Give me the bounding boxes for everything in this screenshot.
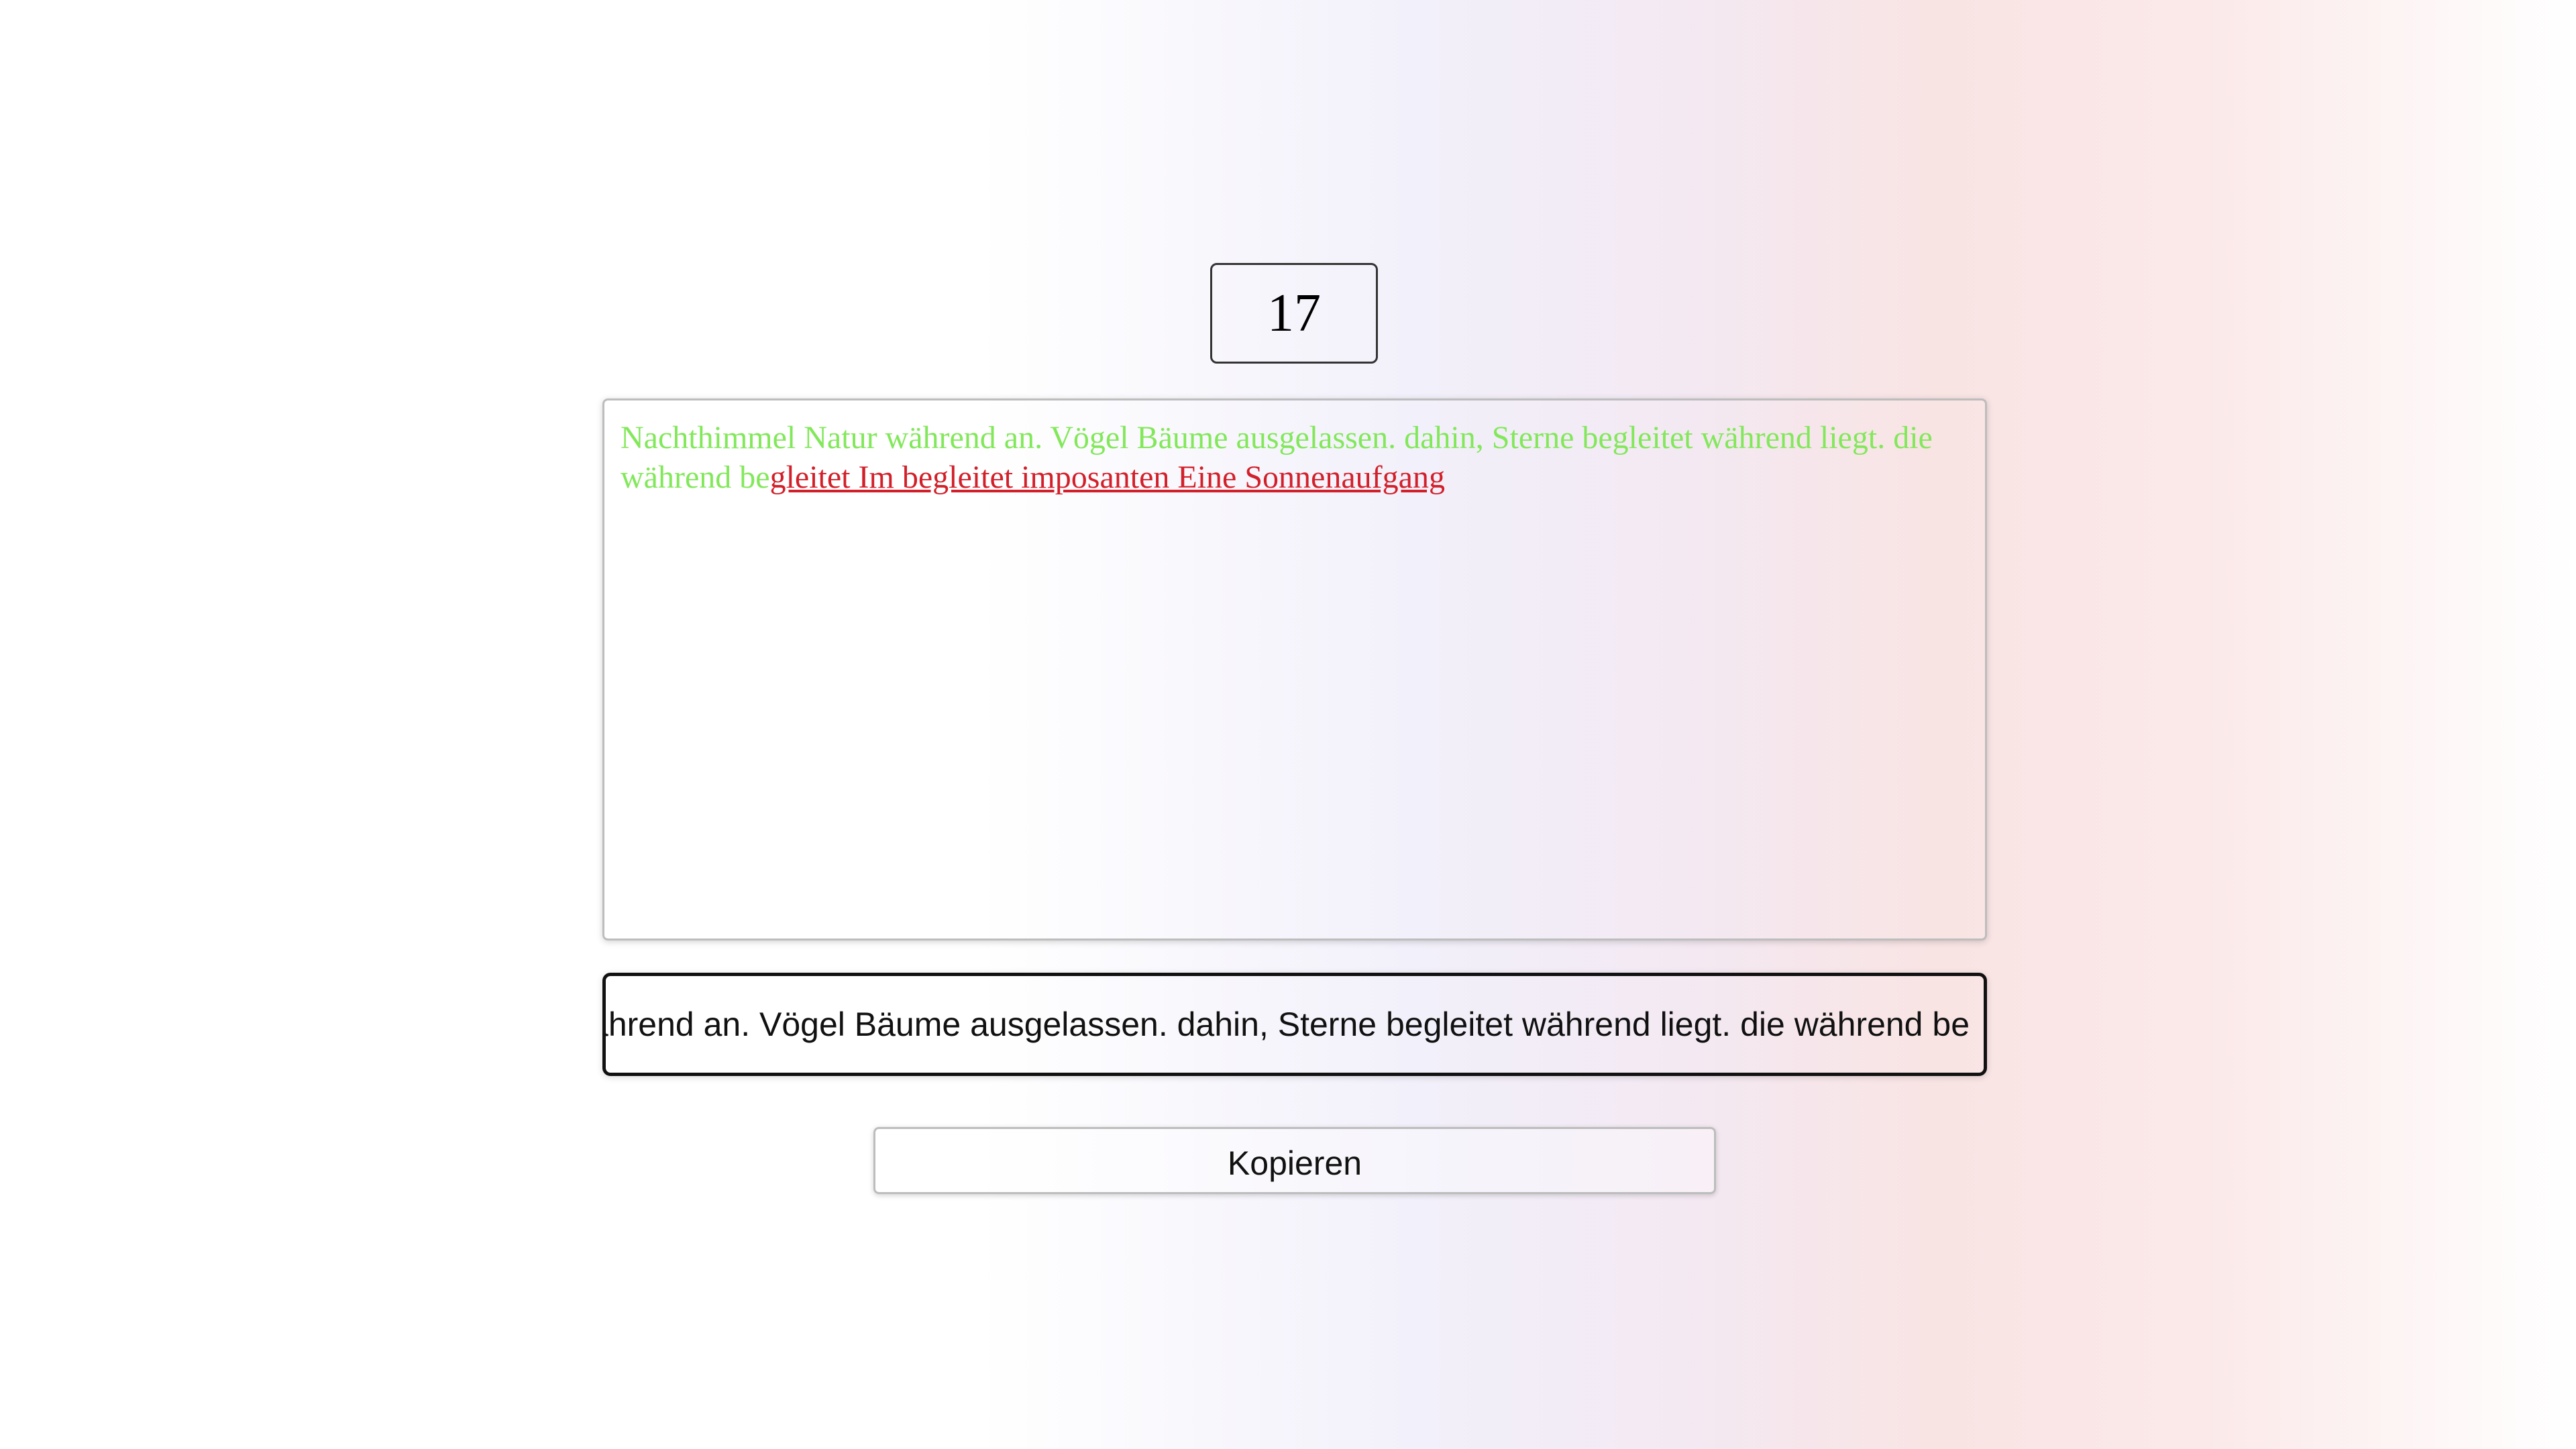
counter-display: 17 [1210, 263, 1378, 364]
typing-input-value: Nachthimmel Natur während an. Vögel Bäum… [606, 1006, 1970, 1043]
typing-input[interactable]: Nachthimmel Natur während an. Vögel Bäum… [602, 973, 1987, 1076]
target-text-panel: Nachthimmel Natur während an. Vögel Bäum… [602, 398, 1987, 941]
copy-button[interactable]: Kopieren [873, 1127, 1716, 1194]
remaining-text: gleitet Im begleitet imposanten Eine Son… [769, 460, 1445, 495]
